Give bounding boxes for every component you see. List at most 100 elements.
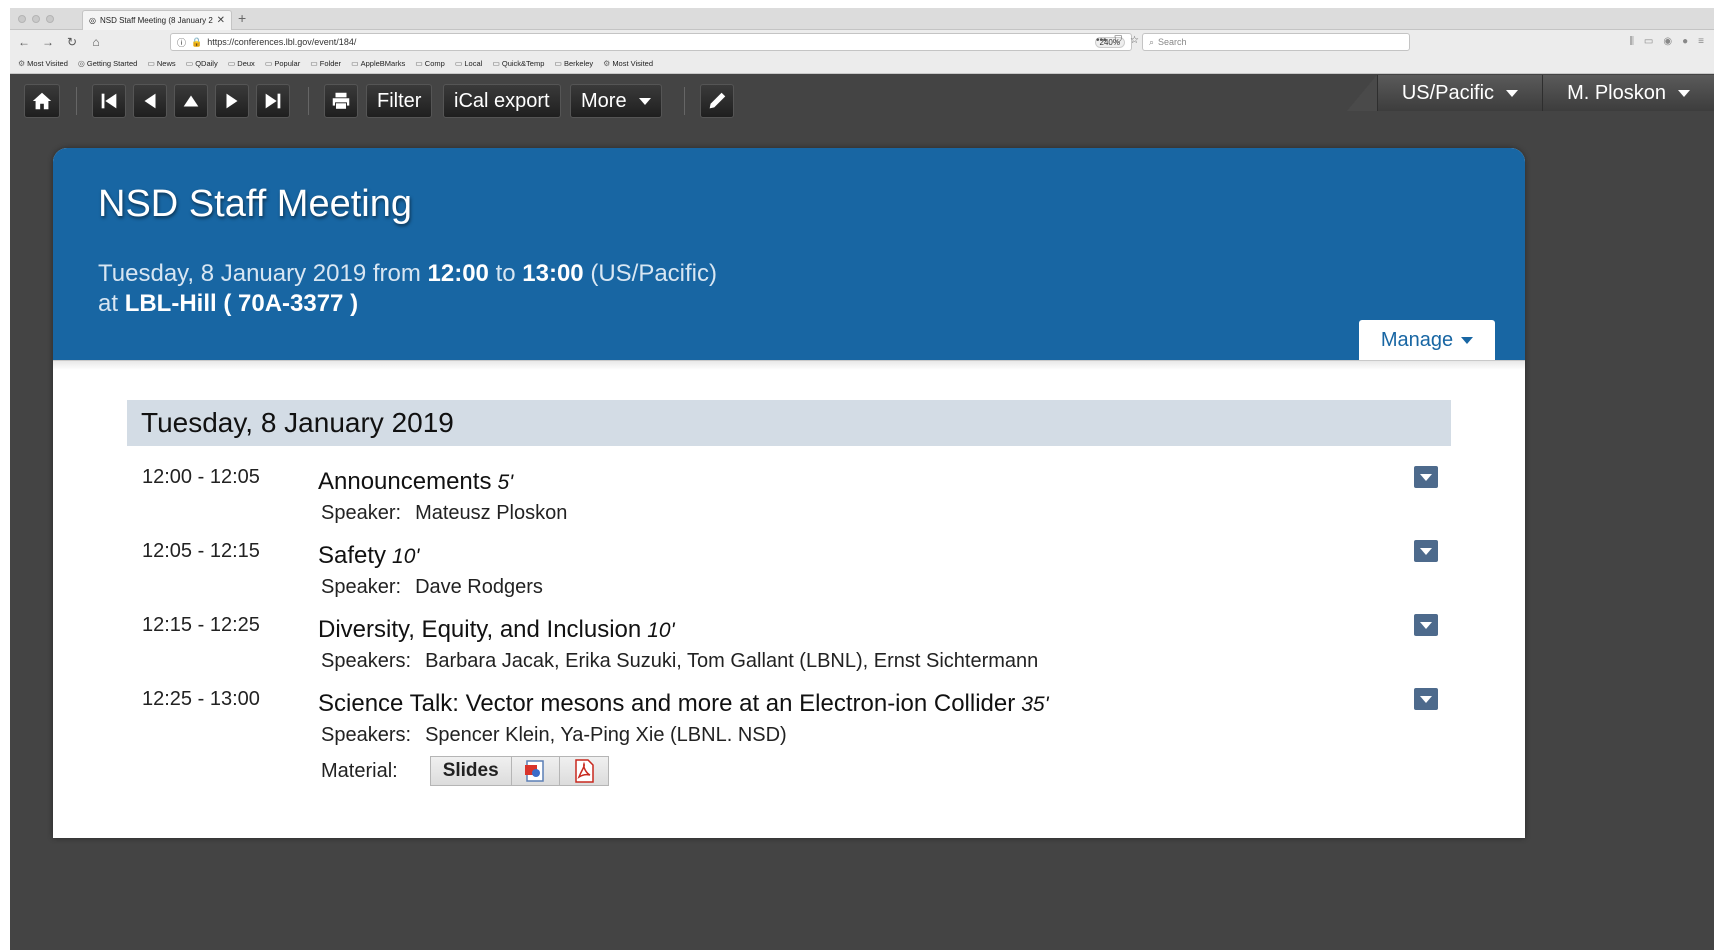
entry-menu-button[interactable] [1414, 614, 1438, 636]
browser-window: ◎ NSD Staff Meeting (8 January 2 ✕ + ← →… [10, 8, 1714, 950]
extension-icon[interactable]: ◉ [1663, 36, 1672, 47]
sidebar-icon[interactable]: ▭ [1644, 36, 1653, 47]
entry-speakers: Speaker: Mateusz Ploskon [321, 502, 568, 524]
tab-title: NSD Staff Meeting (8 January 2 [99, 16, 213, 25]
url-actions: ••• ⛉ ☆ [1096, 35, 1139, 46]
panel-corner [1346, 75, 1377, 111]
more-actions-icon[interactable]: ••• [1096, 35, 1107, 46]
material-label: Material: [321, 759, 398, 782]
home-button[interactable] [24, 84, 60, 118]
bookmark-item[interactable]: ▭ Deux [228, 59, 255, 68]
folder-icon: ▭ [227, 58, 236, 68]
tab-strip: ◎ NSD Staff Meeting (8 January 2 ✕ + [10, 8, 1714, 30]
url-bar[interactable]: ⓘ 🔒 https://conferences.lbl.gov/event/18… [170, 33, 1132, 51]
manage-dropdown[interactable]: Manage [1359, 320, 1495, 360]
bookmark-item[interactable]: ▭ Local [455, 59, 483, 68]
search-placeholder: Search [1158, 37, 1187, 47]
timezone-dropdown[interactable]: US/Pacific [1376, 75, 1543, 111]
reload-icon[interactable]: ↻ [62, 35, 82, 49]
home-icon[interactable]: ⌂ [86, 35, 106, 49]
arrow-left-icon [144, 93, 156, 109]
window-controls [18, 15, 54, 23]
entry-menu-button[interactable] [1414, 540, 1438, 562]
bookmark-item[interactable]: ▭ QDaily [186, 59, 218, 68]
folder-icon: ▭ [492, 58, 500, 68]
up-category-button[interactable] [174, 84, 208, 118]
entry-title[interactable]: Announcements 5' [318, 468, 513, 496]
filter-button[interactable]: Filter [366, 84, 433, 118]
next-event-button[interactable] [215, 84, 249, 118]
bookmark-star-icon[interactable]: ☆ [1130, 35, 1139, 46]
menu-icon[interactable]: ≡ [1698, 36, 1704, 47]
material-group: Slides [429, 756, 609, 786]
toolbar-divider [308, 87, 309, 115]
forward-icon[interactable]: → [38, 35, 58, 49]
bookmark-item[interactable]: ▭ AppleBMarks [351, 59, 405, 68]
entry-menu-button[interactable] [1414, 688, 1438, 710]
bookmark-item[interactable]: ▭ News [147, 59, 175, 68]
gear-icon: ⚙ [603, 58, 611, 68]
close-tab-icon[interactable]: ✕ [217, 15, 225, 26]
bookmark-item[interactable]: ⚙ Most Visited [18, 59, 68, 68]
globe-icon: ◎ [77, 58, 85, 68]
browser-right-icons: ⫼ ▭ ◉ ● ≡ [1629, 36, 1704, 47]
entry-menu-button[interactable] [1414, 466, 1438, 488]
nav-bar: ← → ↻ ⌂ ⓘ 🔒 https://conferences.lbl.gov/… [10, 31, 1714, 53]
slides-pdf-link[interactable] [559, 757, 608, 785]
entry-title[interactable]: Safety 10' [318, 542, 419, 570]
search-input[interactable]: ⌕ Search [1142, 33, 1410, 51]
print-button[interactable] [324, 84, 358, 118]
bookmark-item[interactable]: ⚙ Most Visited [603, 59, 653, 68]
entry-title[interactable]: Diversity, Equity, and Inclusion 10' [318, 616, 675, 644]
entry-title[interactable]: Science Talk: Vector mesons and more at … [318, 690, 1049, 718]
caret-down-icon [1420, 547, 1432, 555]
info-icon[interactable]: ⓘ [177, 36, 186, 49]
slides-button[interactable]: Slides [430, 757, 512, 785]
caret-down-icon [1420, 473, 1432, 481]
previous-event-button[interactable] [133, 84, 167, 118]
skip-first-icon [101, 93, 117, 109]
entry-duration: 10' [647, 619, 675, 642]
presentation-file-icon [525, 760, 544, 782]
first-event-button[interactable] [92, 84, 126, 118]
bookmark-item[interactable]: ▭ Comp [415, 59, 445, 68]
close-window-button[interactable] [18, 15, 26, 23]
event-location: at LBL-Hill ( 70A-3377 ) [98, 290, 359, 317]
event-header: NSD Staff Meeting Tuesday, 8 January 201… [53, 148, 1525, 360]
last-event-button[interactable] [256, 84, 290, 118]
home-icon [32, 92, 52, 110]
url-text[interactable]: https://conferences.lbl.gov/event/184/ [207, 37, 1089, 47]
globe-icon: ◎ [89, 16, 96, 25]
bookmark-item[interactable]: ▭ Popular [265, 59, 300, 68]
new-tab-icon[interactable]: + [238, 10, 246, 26]
browser-tab[interactable]: ◎ NSD Staff Meeting (8 January 2 ✕ [82, 10, 232, 30]
event-title: NSD Staff Meeting [98, 183, 413, 225]
skip-last-icon [265, 93, 281, 109]
pocket-icon[interactable]: ⛉ [1115, 35, 1123, 46]
entry-time: 12:05 - 12:15 [142, 540, 260, 562]
more-menu-button[interactable]: More [570, 84, 662, 118]
edit-button[interactable] [700, 84, 734, 118]
slides-ppt-link[interactable] [511, 757, 560, 785]
user-dropdown[interactable]: M. Ploskon [1542, 75, 1714, 111]
account-icon[interactable]: ● [1682, 36, 1688, 47]
bookmark-item[interactable]: ▭ Berkeley [554, 59, 593, 68]
back-icon[interactable]: ← [14, 35, 34, 49]
bookmark-item[interactable]: ▭ Quick&Temp [492, 59, 544, 68]
ical-export-button[interactable]: iCal export [443, 84, 561, 118]
bookmark-item[interactable]: ◎ Getting Started [78, 59, 137, 68]
event-datetime: Tuesday, 8 January 2019 from 12:00 to 13… [98, 260, 718, 287]
lock-icon: 🔒 [191, 36, 203, 47]
folder-icon: ▭ [147, 58, 155, 68]
page-margin [0, 0, 10, 950]
folder-icon: ▭ [454, 58, 463, 68]
library-icon[interactable]: ⫼ [1629, 36, 1634, 47]
header-divider [53, 360, 1525, 370]
bookmark-item[interactable]: ▭ Folder [310, 59, 341, 68]
maximize-window-button[interactable] [46, 15, 54, 23]
entry-duration: 10' [392, 545, 420, 568]
folder-icon: ▭ [310, 58, 318, 68]
search-icon: ⌕ [1149, 36, 1155, 47]
minimize-window-button[interactable] [32, 15, 40, 23]
pdf-file-icon [574, 759, 594, 783]
